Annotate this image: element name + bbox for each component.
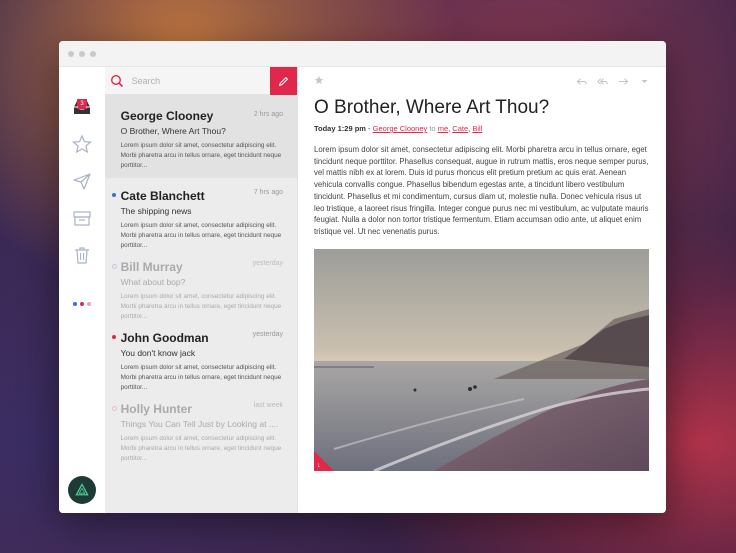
inbox-count-badge: 3 [78, 100, 86, 109]
nav-archive[interactable] [72, 208, 92, 228]
chevron-down-icon [641, 79, 647, 83]
reply-all-icon [596, 77, 608, 85]
mail-subject: What about bop? [120, 277, 186, 287]
window-close-control[interactable] [68, 50, 74, 57]
unread-dot [111, 335, 116, 339]
nav-inbox[interactable]: 3 [72, 97, 92, 117]
mail-item-bill-murray[interactable]: Bill Murray yesterday What about bop? Lo… [105, 249, 297, 320]
mail-time: yesterday [252, 331, 283, 338]
mail-preview: Lorem ipsum dolor sit amet, consectetur … [120, 222, 282, 249]
read-dot [111, 264, 117, 269]
mail-title: O Brother, Where Art Thou? [314, 97, 550, 118]
window-minimize-control[interactable] [79, 50, 85, 57]
search-input[interactable] [131, 75, 262, 86]
download-icon[interactable]: ↓ [317, 462, 321, 469]
mail-date: Today 1:29 pm [314, 124, 366, 133]
star-icon[interactable] [314, 75, 324, 85]
nav-trash[interactable] [72, 245, 92, 265]
mail-preview: Lorem ipsum dolor sit amet, consectetur … [120, 293, 282, 320]
more-icon[interactable] [73, 302, 91, 306]
send-icon [73, 173, 91, 190]
search-icon [110, 74, 123, 87]
archive-icon [73, 211, 91, 226]
reply-all-button[interactable] [596, 75, 608, 87]
more-actions-button[interactable] [638, 75, 650, 87]
mail-subject: The shipping news [120, 206, 192, 216]
sender-link[interactable]: George Clooney [373, 124, 428, 133]
mail-time: last week [253, 402, 283, 409]
nav-sent[interactable] [72, 171, 92, 191]
title-bar [59, 41, 666, 67]
nav-starred[interactable] [72, 134, 92, 154]
mail-item-george-clooney[interactable]: George Clooney 2 hrs ago O Brother, Wher… [104, 95, 297, 178]
mail-item-holly-hunter[interactable]: Holly Hunter last week Things You Can Te… [105, 391, 297, 462]
mail-subject: O Brother, Where Art Thou? [120, 126, 226, 136]
recipient-link-cate[interactable]: Cate [452, 124, 468, 133]
mail-subject: You don't know jack [120, 348, 196, 358]
pencil-icon [279, 76, 288, 86]
unread-dot [111, 193, 116, 197]
mail-item-cate-blanchett[interactable]: Cate Blanchett 7 hrs ago The shipping ne… [105, 178, 297, 249]
mail-list: George Clooney 2 hrs ago O Brother, Wher… [104, 67, 298, 513]
avatar[interactable] [68, 476, 96, 504]
reader-toolbar [314, 67, 650, 95]
read-dot [111, 406, 117, 411]
window-maximize-control[interactable] [90, 50, 96, 57]
forward-button[interactable] [617, 75, 629, 87]
search-bar [104, 67, 297, 95]
mail-item-john-goodman[interactable]: John Goodman yesterday You don't know ja… [105, 320, 297, 391]
mail-preview: Lorem ipsum dolor sit amet, consectetur … [120, 435, 282, 462]
trash-icon [75, 247, 89, 264]
mail-subject: Things You Can Tell Just by Looking at .… [120, 419, 279, 429]
recipient-link-bill[interactable]: Bill [472, 124, 482, 133]
compose-button[interactable] [270, 67, 297, 95]
recipient-link-me[interactable]: me [438, 124, 448, 133]
mail-preview: Lorem ipsum dolor sit amet, consectetur … [120, 364, 282, 391]
star-icon [72, 134, 92, 154]
mail-body: Lorem ipsum dolor sit amet, consectetur … [314, 145, 649, 236]
forward-icon [618, 77, 628, 85]
reply-icon [576, 77, 587, 85]
mail-time: 7 hrs ago [253, 189, 283, 196]
mail-meta: Today 1:29 pm - George Clooney to me, Ca… [314, 124, 483, 133]
mail-time: yesterday [252, 260, 283, 267]
beach-photo-image [314, 249, 649, 471]
reading-pane: O Brother, Where Art Thou? Today 1:29 pm… [298, 67, 666, 513]
mail-preview: Lorem ipsum dolor sit amet, consectetur … [120, 142, 282, 169]
beach-photo: ↓ [314, 249, 649, 471]
app-window: 3 Search George Clooney 2 hrs ago O Brot… [59, 41, 666, 513]
mail-time: 2 hrs ago [253, 111, 283, 118]
reply-button[interactable] [575, 75, 587, 87]
nav-rail: 3 [59, 67, 105, 513]
logo-icon [75, 483, 89, 496]
